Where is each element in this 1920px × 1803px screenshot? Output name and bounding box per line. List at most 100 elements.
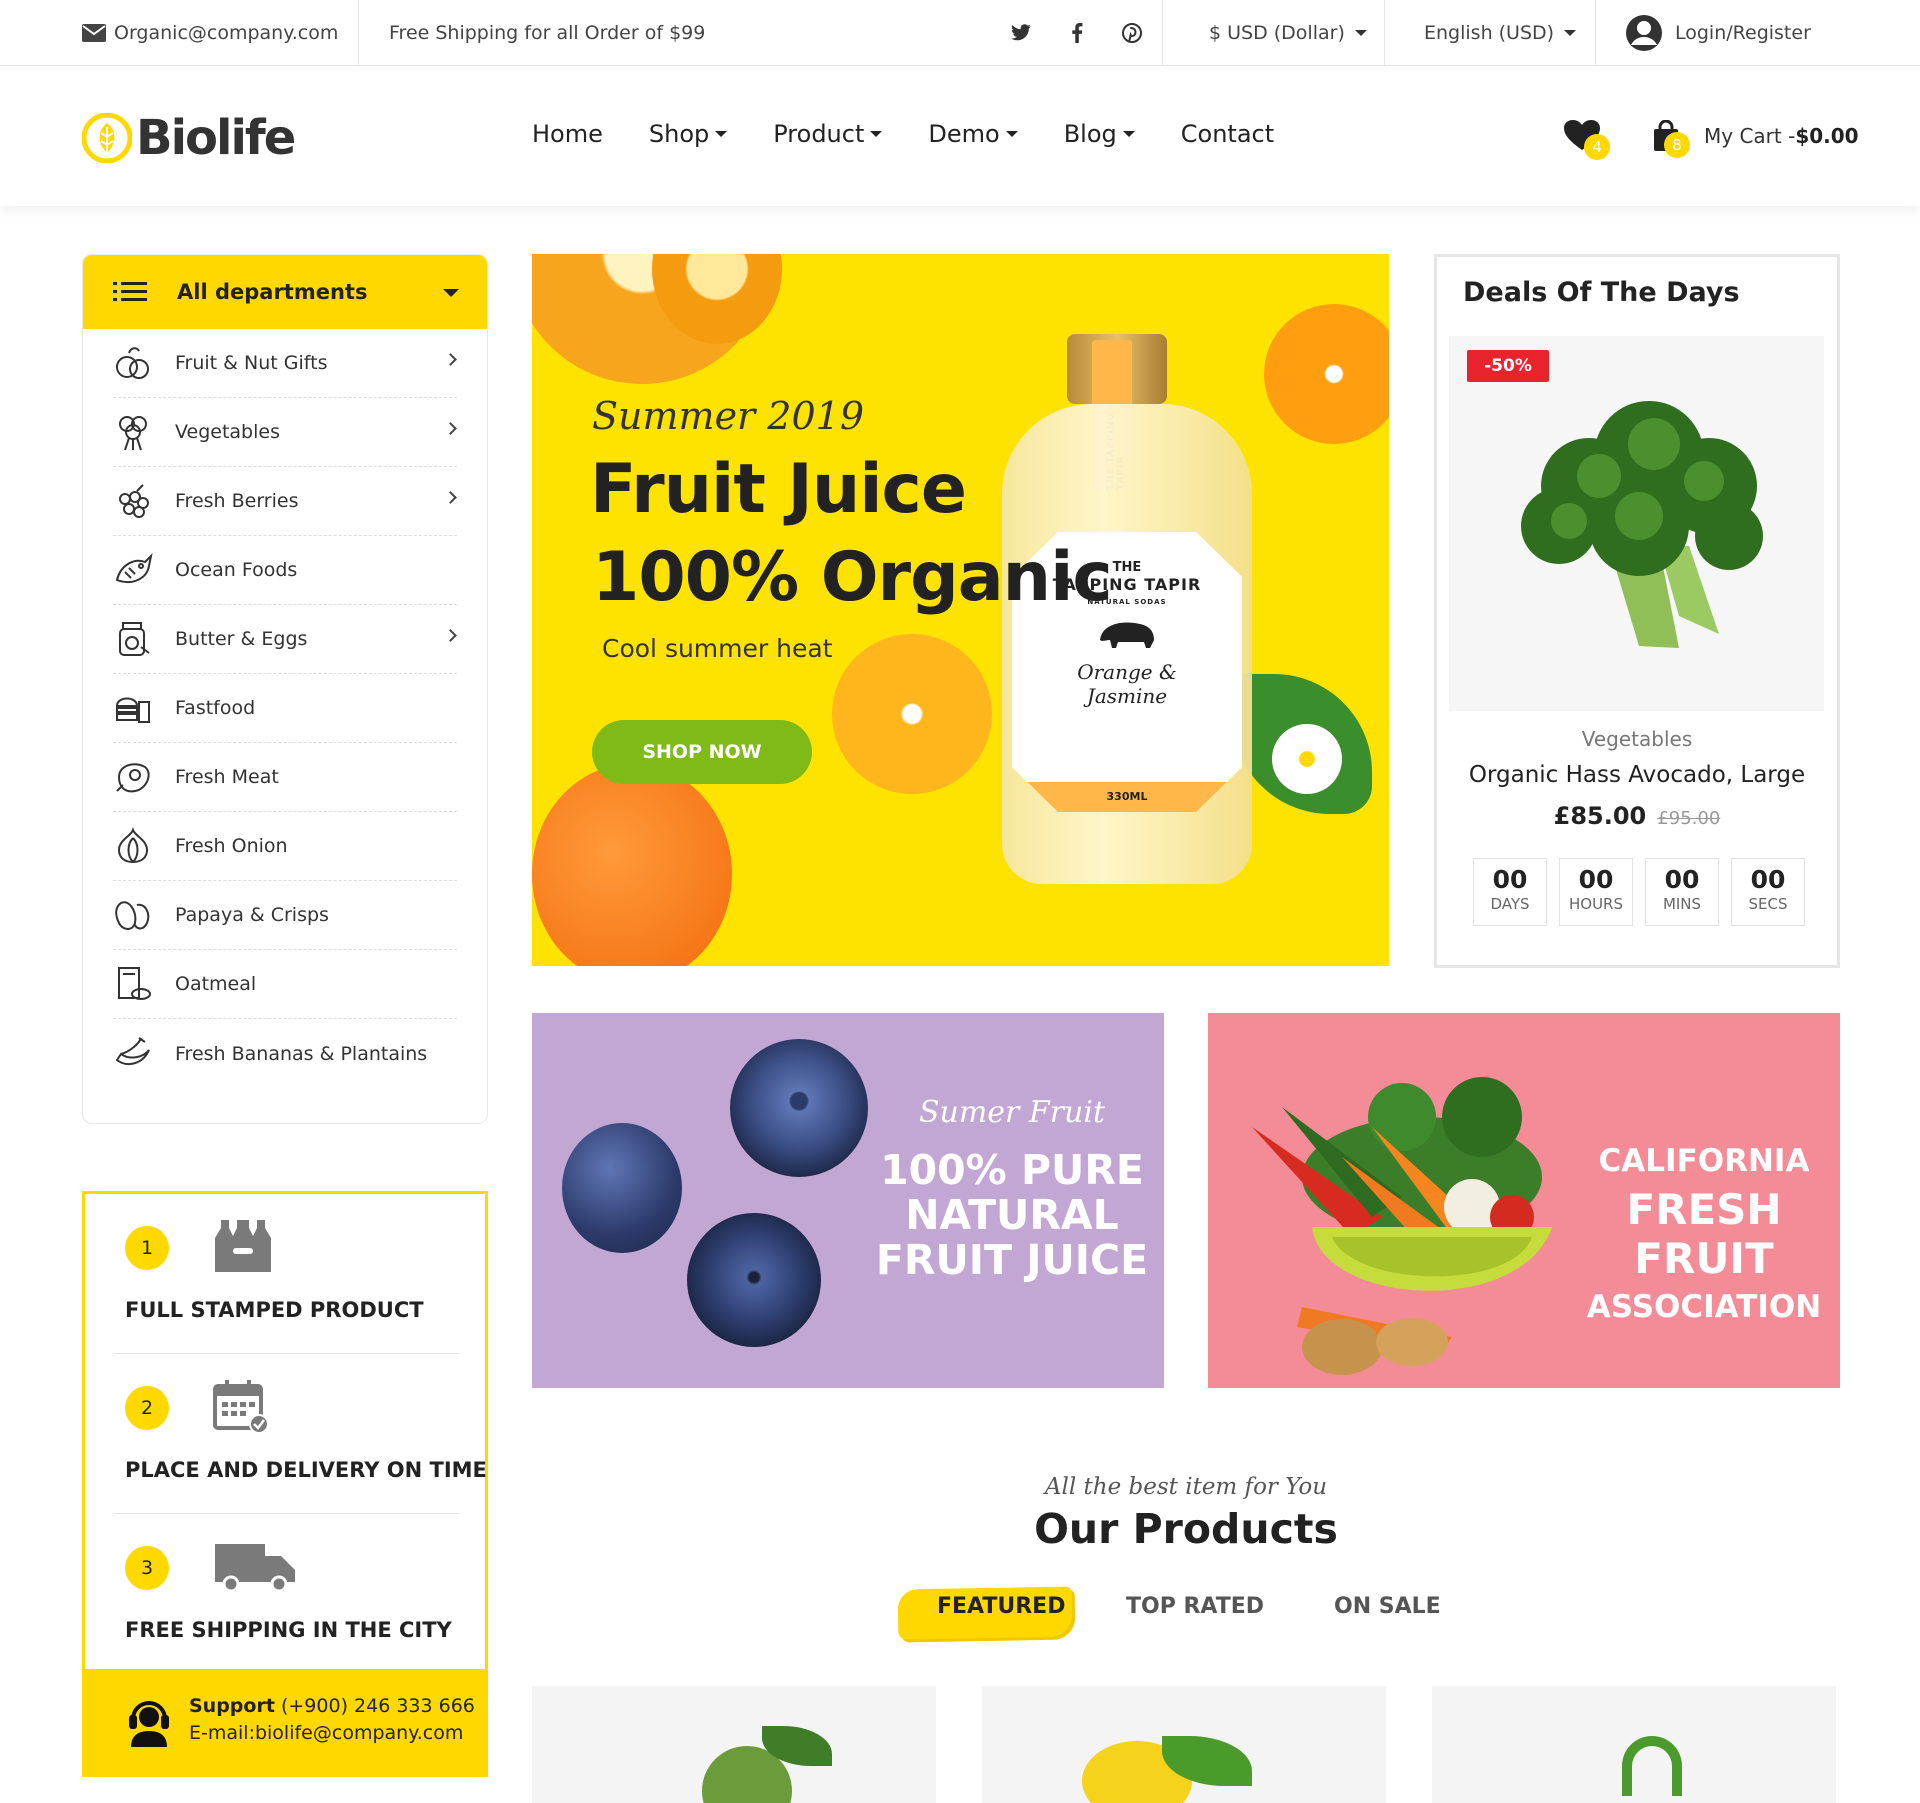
department-item[interactable]: Fresh Bananas & Plantains: [113, 1019, 457, 1088]
department-item[interactable]: Papaya & Crisps: [113, 881, 457, 950]
departments-toggle[interactable]: All departments: [83, 255, 487, 329]
deal-old-price: £95.00: [1657, 808, 1721, 829]
support-email[interactable]: E-mail:biolife@company.com: [189, 1722, 463, 1744]
department-item[interactable]: Butter & Eggs: [113, 605, 457, 674]
caret-down-icon: [870, 131, 883, 137]
product-card[interactable]: [532, 1686, 936, 1803]
list-icon: [113, 282, 147, 301]
feature-title: FULL STAMPED PRODUCT: [125, 1298, 424, 1322]
department-label: Butter & Eggs: [175, 628, 308, 650]
department-item[interactable]: Vegetables: [113, 398, 457, 467]
deal-price: £85.00: [1553, 802, 1647, 830]
cart-label: My Cart -: [1704, 124, 1796, 148]
language-select[interactable]: English (USD): [1424, 0, 1577, 66]
blueberry-image: [730, 1039, 868, 1177]
deal-product-name[interactable]: Organic Hass Avocado, Large: [1437, 762, 1837, 788]
promo-banner-juice[interactable]: Sumer Fruit 100% PURE NATURAL FRUIT JUIC…: [532, 1013, 1164, 1388]
oatmeal-icon: [113, 964, 153, 1004]
chevron-right-icon: [444, 422, 457, 435]
shop-now-button[interactable]: SHOP NOW: [592, 720, 812, 784]
product-card[interactable]: [982, 1686, 1386, 1803]
countdown-value: 00: [1664, 865, 1700, 894]
deal-product-image-box[interactable]: -50%: [1449, 336, 1824, 711]
countdown-value: 00: [1750, 865, 1786, 894]
hero-banner: THE TAPPING TAPIR THE TAPPING TAPIR NATU…: [532, 254, 1389, 966]
chevron-right-icon: [444, 629, 457, 642]
tab-top-rated[interactable]: TOP RATED: [1126, 1594, 1264, 1619]
wishlist-button[interactable]: 4: [1564, 120, 1610, 160]
nav-demo[interactable]: Demo: [928, 120, 1018, 148]
nav-label: Home: [532, 120, 603, 148]
deals-title: Deals Of The Days: [1463, 277, 1740, 308]
department-item[interactable]: Fresh Meat: [113, 743, 457, 812]
promo2-line1: CALIFORNIA: [1598, 1143, 1810, 1179]
support-phone[interactable]: (+900) 246 333 666: [281, 1695, 475, 1717]
department-label: Fresh Berries: [175, 490, 299, 512]
feature-title: FREE SHIPPING IN THE CITY: [125, 1618, 452, 1642]
department-label: Fresh Meat: [175, 766, 279, 788]
broccoli-icon: [113, 412, 153, 452]
top-divider: [358, 0, 359, 66]
countdown-box: 00 HOURS: [1559, 858, 1633, 926]
tab-featured[interactable]: FEATURED: [937, 1594, 1065, 1619]
language-label: English (USD): [1424, 22, 1555, 44]
discount-badge: -50%: [1467, 350, 1549, 382]
caret-down-icon: [1354, 30, 1367, 36]
countdown-box: 00 SECS: [1731, 858, 1805, 926]
department-label: Fastfood: [175, 697, 256, 719]
department-item[interactable]: Fruit & Nut Gifts: [113, 329, 457, 398]
department-item[interactable]: Fastfood: [113, 674, 457, 743]
deal-category: Vegetables: [1581, 727, 1693, 751]
nav-product[interactable]: Product: [773, 120, 883, 148]
countdown: 00 DAYS 00 HOURS 00 MINS 00 SECS: [1473, 858, 1805, 926]
nav-blog[interactable]: Blog: [1064, 120, 1135, 148]
hero-title-line1: Fruit Juice: [590, 450, 967, 529]
feature-item: 3 FREE SHIPPING IN THE CITY: [113, 1514, 459, 1674]
department-label: Oatmeal: [175, 973, 257, 995]
bottles-icon: [215, 1220, 271, 1272]
headset-icon: [129, 1701, 169, 1747]
feature-title: PLACE AND DELIVERY ON TIME: [125, 1458, 487, 1482]
pinterest-icon[interactable]: [1122, 0, 1142, 66]
leaf-logo-icon: [82, 113, 132, 163]
promo-banner-california[interactable]: CALIFORNIA FRESH FRUIT ASSOCIATION: [1208, 1013, 1840, 1388]
bottle-label-flavor2: Jasmine: [1086, 684, 1168, 708]
orange-image: [532, 764, 732, 966]
product-image: [1622, 1736, 1682, 1796]
nav-shop[interactable]: Shop: [648, 120, 728, 148]
logo[interactable]: Biolife: [82, 110, 296, 166]
top-email[interactable]: Organic@company.com: [82, 0, 338, 66]
deals-of-the-day: Deals Of The Days -50% Vegetables Organi…: [1434, 254, 1840, 968]
logo-text: Biolife: [136, 110, 296, 166]
department-item[interactable]: Oatmeal: [113, 950, 457, 1019]
chevron-right-icon: [444, 353, 457, 366]
department-item[interactable]: Ocean Foods: [113, 536, 457, 605]
cart-button[interactable]: 8 My Cart - $0.00: [1652, 120, 1859, 158]
nav-label: Blog: [1063, 120, 1117, 148]
tapir-icon: [1100, 622, 1154, 648]
department-item[interactable]: Fresh Onion: [113, 812, 457, 881]
envelope-icon: [82, 24, 106, 42]
caret-down-icon: [1564, 30, 1577, 36]
department-item[interactable]: Fresh Berries: [113, 467, 457, 536]
department-label: Fresh Bananas & Plantains: [175, 1042, 428, 1065]
berries-icon: [113, 481, 153, 521]
top-divider: [1162, 0, 1163, 66]
feature-number: 3: [125, 1546, 169, 1590]
nav-home[interactable]: Home: [532, 120, 603, 148]
nav-label: Shop: [648, 120, 710, 148]
departments-title: All departments: [177, 280, 368, 304]
facebook-icon[interactable]: [1071, 0, 1083, 66]
tab-on-sale[interactable]: ON SALE: [1334, 1594, 1441, 1619]
login-link[interactable]: Login/Register: [1625, 0, 1811, 66]
nav-contact[interactable]: Contact: [1181, 120, 1274, 148]
product-card[interactable]: [1432, 1686, 1836, 1803]
nav-label: Contact: [1180, 120, 1275, 148]
currency-select[interactable]: $ USD (Dollar): [1209, 0, 1367, 66]
top-divider: [1384, 0, 1385, 66]
twitter-icon[interactable]: [1010, 0, 1032, 66]
countdown-unit: DAYS: [1490, 895, 1530, 913]
papaya-icon: [113, 895, 153, 935]
vegetable-bowl-image: [1252, 1077, 1552, 1375]
support-label: Support: [189, 1695, 275, 1717]
